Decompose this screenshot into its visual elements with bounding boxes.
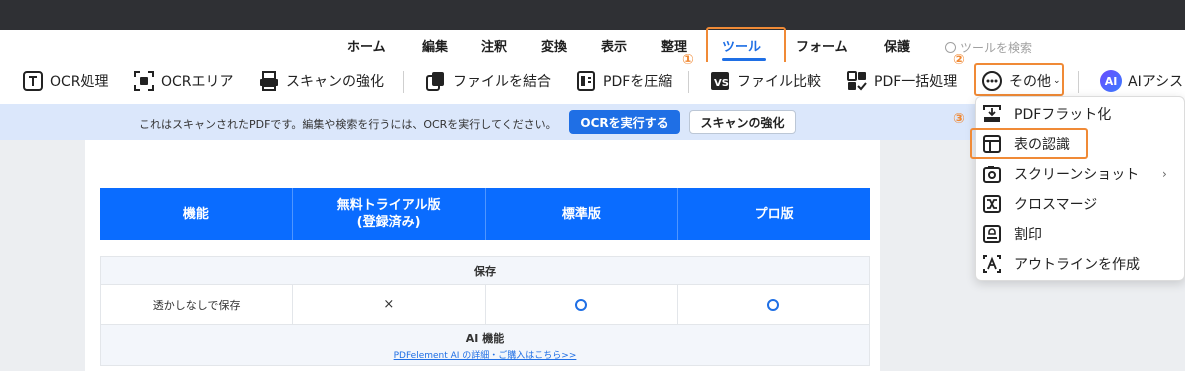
dropdown-item-flatten[interactable]: PDFフラット化 <box>976 100 1185 128</box>
chevron-right-icon: › <box>1162 167 1167 181</box>
table-cell-value <box>678 285 869 324</box>
menu-form[interactable]: フォーム <box>796 36 848 55</box>
cross-merge-icon <box>981 193 1003 215</box>
search-icon <box>945 41 956 53</box>
table-row: 透かしなしで保存 × <box>101 285 869 325</box>
table-recognition-highlight <box>970 128 1088 159</box>
menu-view[interactable]: 表示 <box>601 36 627 55</box>
batch-pdf-label: PDF一括処理 <box>874 74 958 90</box>
screenshot-icon <box>981 163 1003 185</box>
tool-search-placeholder: ツールを検索 <box>960 40 1033 55</box>
table-section-header: AI 機能 PDFelement AI の詳細・ご購入はこちら>> <box>101 325 869 365</box>
dropdown-item-label: 割印 <box>1014 227 1042 243</box>
compress-pdf-label: PDFを圧縮 <box>603 74 673 90</box>
ocr-notice-text: これはスキャンされたPDFです。編集や検索を行うには、OCRを実行してください。 <box>139 118 557 131</box>
more-tools-dropdown: PDFフラット化 表の認識 スクリーンショット › クロスマージ 割印 アウトラ… <box>975 96 1185 281</box>
compare-files-label: ファイル比較 <box>737 74 821 90</box>
combine-files-button[interactable]: ファイルを結合 <box>425 68 551 94</box>
ai-icon: AI <box>1100 70 1122 92</box>
compare-icon: VS <box>711 72 729 90</box>
menu-annotate[interactable]: 注釈 <box>481 36 507 55</box>
table-cell-label: 透かしなしで保存 <box>101 285 294 324</box>
outline-icon <box>981 253 1003 275</box>
ocr-text-icon <box>23 71 43 91</box>
table-header-cell: 無料トライアル版 (登録済み) <box>293 188 486 240</box>
table-header-row: 機能 無料トライアル版 (登録済み) 標準版 プロ版 <box>100 188 870 240</box>
dropdown-item-screenshot[interactable]: スクリーンショット › <box>976 160 1185 188</box>
scan-enhance-notice-button[interactable]: スキャンの強化 <box>689 110 796 134</box>
more-tools-highlight <box>974 63 1064 96</box>
table-header-cell: プロ版 <box>754 206 794 222</box>
dropdown-item-label: クロスマージ <box>1014 197 1098 213</box>
toolbar-divider <box>403 71 404 93</box>
table-cell-value <box>486 285 678 324</box>
menu-protect[interactable]: 保護 <box>884 36 910 55</box>
menu-convert[interactable]: 変換 <box>541 36 567 55</box>
menu-edit[interactable]: 編集 <box>422 36 448 55</box>
ai-assistant-label: AIアシス <box>1128 74 1184 90</box>
svg-text:VS: VS <box>714 78 729 89</box>
toolbar-divider <box>688 71 689 93</box>
combine-icon <box>426 72 444 91</box>
ocr-area-button[interactable]: OCRエリア <box>133 68 234 94</box>
menu-home[interactable]: ホーム <box>347 36 386 55</box>
compress-icon <box>577 71 595 91</box>
circle-mark-icon <box>575 298 588 311</box>
ai-section-title: AI 機能 <box>465 331 505 345</box>
tools-tab-highlight <box>706 27 786 66</box>
ai-details-link[interactable]: PDFelement AI の詳細・ご購入はこちら>> <box>394 348 577 361</box>
scan-enhance-label: スキャンの強化 <box>286 74 384 90</box>
dropdown-item-label: アウトラインを作成 <box>1014 257 1140 273</box>
step-badge-1: ① <box>682 52 694 68</box>
step-badge-3: ③ <box>953 111 965 127</box>
batch-process-icon <box>847 71 867 91</box>
compress-pdf-button[interactable]: PDFを圧縮 <box>575 68 672 94</box>
toolbar-divider <box>1078 71 1079 93</box>
dropdown-item-label: スクリーンショット <box>1014 167 1140 183</box>
compare-files-button[interactable]: VS ファイル比較 <box>709 68 821 94</box>
window-titlebar <box>0 0 1185 30</box>
scan-enhance-button[interactable]: スキャンの強化 <box>258 68 384 94</box>
table-cell-value: × <box>293 285 486 324</box>
table-section-header: 保存 <box>101 257 869 285</box>
ocr-process-label: OCR処理 <box>50 74 109 90</box>
ai-assistant-button[interactable]: AI AIアシス <box>1100 68 1183 94</box>
ocr-area-icon <box>134 71 154 91</box>
scanner-icon <box>260 71 278 91</box>
ocr-process-button[interactable]: OCR処理 <box>22 68 109 94</box>
dropdown-item-label: PDFフラット化 <box>1014 107 1112 123</box>
ocr-area-label: OCRエリア <box>161 74 234 90</box>
dropdown-item-create-outline[interactable]: アウトラインを作成 <box>976 250 1185 278</box>
combine-files-label: ファイルを結合 <box>453 74 551 90</box>
seal-icon <box>981 223 1003 245</box>
dropdown-item-cross-merge[interactable]: クロスマージ <box>976 190 1185 218</box>
table-header-cell: 標準版 <box>486 188 679 240</box>
dropdown-item-seal[interactable]: 割印 <box>976 220 1185 248</box>
run-ocr-button[interactable]: OCRを実行する <box>569 110 680 134</box>
comparison-table-body: 保存 透かしなしで保存 × AI 機能 PDFelement AI の詳細・ご購… <box>100 256 870 366</box>
batch-pdf-button[interactable]: PDF一括処理 <box>846 68 957 94</box>
step-badge-2: ② <box>953 52 965 68</box>
circle-mark-icon <box>767 298 780 311</box>
table-header-cell: 機能 <box>100 188 293 240</box>
flatten-icon <box>981 103 1003 125</box>
